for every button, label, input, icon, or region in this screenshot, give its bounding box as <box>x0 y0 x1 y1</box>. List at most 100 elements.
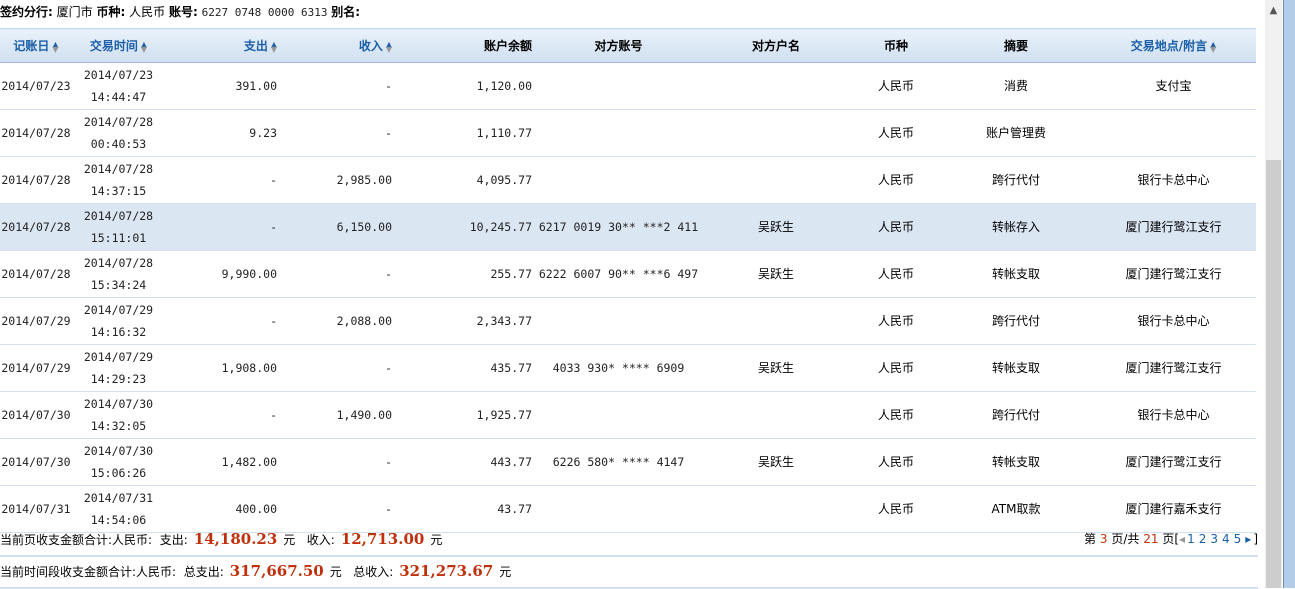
page-in-label: 收入: <box>306 533 335 547</box>
page-link[interactable]: 2 <box>1199 532 1207 546</box>
table-row[interactable]: 2014/07/29 2014/07/29 14:16:32-2,088.00 2,3… <box>0 297 1256 345</box>
cell-cur: 人民币 <box>851 344 941 392</box>
cell-acct <box>536 109 701 157</box>
cell-date: 2014/07/30 <box>0 438 76 486</box>
cell-bal: 10,245.77 <box>396 203 536 251</box>
column-header[interactable]: 交易时间 ▲ ▼ <box>76 28 161 63</box>
cell-in: - <box>281 250 396 298</box>
branch-label: 签约分行: <box>0 5 53 19</box>
cell-tdate: 2014/07/28 15:34:24 <box>76 250 161 298</box>
cell-out: 1,908.00 <box>161 344 281 392</box>
pager-text: 第 <box>1084 532 1097 546</box>
sort-icon[interactable]: ▲ ▼ <box>1210 40 1216 53</box>
page-summary: 当前页收支金额合计:人民币: 支出: 14,180.23 元 收入: 12,713.0… <box>0 524 1258 557</box>
cell-bal: 443.77 <box>396 438 536 486</box>
cell-place: 银行卡总中心 <box>1091 156 1256 204</box>
table-row[interactable]: 2014/07/28 2014/07/28 15:11:01-6,150.00 10,… <box>0 203 1256 251</box>
cell-name <box>701 391 851 439</box>
trade-date: 2014/07/28 <box>83 115 154 129</box>
page-link[interactable]: 1 <box>1187 532 1195 546</box>
scroll-up-icon[interactable]: ▲ <box>1265 0 1282 22</box>
next-page-icon[interactable]: ▸ <box>1245 532 1251 546</box>
cell-place: 厦门建行鹭江支行 <box>1091 203 1256 251</box>
cell-date: 2014/07/28 <box>0 109 76 157</box>
cell-in: - <box>281 62 396 110</box>
column-header[interactable]: 支出 ▲ ▼ <box>161 28 281 63</box>
cell-memo: 跨行代付 <box>941 297 1091 345</box>
trade-time: 15:11:01 <box>90 231 147 245</box>
scrollbar-thumb[interactable] <box>1266 160 1281 588</box>
column-header: 摘要 <box>941 28 1091 63</box>
cell-place: 银行卡总中心 <box>1091 297 1256 345</box>
trade-date: 2014/07/31 <box>83 491 154 505</box>
unit: 元 <box>499 565 512 579</box>
cell-bal: 4,095.77 <box>396 156 536 204</box>
cell-place <box>1091 109 1256 157</box>
cell-name <box>701 109 851 157</box>
trade-time: 15:34:24 <box>90 278 147 292</box>
cell-bal: 255.77 <box>396 250 536 298</box>
trade-time: 00:40:53 <box>90 137 147 151</box>
table-row[interactable]: 2014/07/30 2014/07/30 15:06:26 1,482.00-443… <box>0 438 1256 486</box>
cell-place: 厦门建行鹭江支行 <box>1091 250 1256 298</box>
cell-name <box>701 297 851 345</box>
cell-name <box>701 156 851 204</box>
cell-memo: 转帐存入 <box>941 203 1091 251</box>
cell-cur: 人民币 <box>851 250 941 298</box>
column-header-label: 记账日 <box>13 39 50 53</box>
window-edge <box>1283 0 1295 588</box>
table-row[interactable]: 2014/07/28 2014/07/28 14:37:15-2,985.00 4,0… <box>0 156 1256 204</box>
table-row[interactable]: 2014/07/23 2014/07/23 14:44:47 391.00-1,120… <box>0 62 1256 110</box>
sort-icon[interactable]: ▲ ▼ <box>141 40 147 53</box>
cell-cur: 人民币 <box>851 297 941 345</box>
column-header: 对方账号 <box>536 28 701 63</box>
period-in-label: 总收入: <box>353 565 394 579</box>
column-header[interactable]: 记账日 ▲ ▼ <box>0 28 76 63</box>
page-out-label: 支出: <box>159 533 188 547</box>
cell-in: - <box>281 438 396 486</box>
cell-acct: 6222 6007 90** ***6 497 <box>536 250 701 298</box>
column-header[interactable]: 交易地点/附言 ▲ ▼ <box>1091 28 1256 63</box>
cell-out: - <box>161 297 281 345</box>
cell-out: - <box>161 156 281 204</box>
cell-name: 吴跃生 <box>701 203 851 251</box>
cell-date: 2014/07/29 <box>0 297 76 345</box>
cell-memo: 账户管理费 <box>941 109 1091 157</box>
page-link[interactable]: 4 <box>1222 532 1230 546</box>
page-link[interactable]: 3 <box>1210 532 1218 546</box>
total-pages: 21 <box>1143 532 1159 546</box>
cell-tdate: 2014/07/28 00:40:53 <box>76 109 161 157</box>
cell-in: 6,150.00 <box>281 203 396 251</box>
branch: 厦门市 <box>56 5 93 19</box>
transaction-table: 记账日 ▲ ▼ 交易时间 ▲ ▼ 支出 ▲ ▼ 收入 ▲ ▼ 账户余额 对方账号 对方户名 币种 摘要 交易地点/… <box>0 28 1256 533</box>
cell-tdate: 2014/07/29 14:29:23 <box>76 344 161 392</box>
page-sum-label: 当前页收支金额合计:人民币: <box>0 533 153 547</box>
sort-icon[interactable]: ▲ ▼ <box>386 40 392 53</box>
table-row[interactable]: 2014/07/28 2014/07/28 00:40:53 9.23-1,110.7… <box>0 109 1256 157</box>
trade-date: 2014/07/23 <box>83 68 154 82</box>
column-header-label: 收入 <box>358 39 383 53</box>
table-row[interactable]: 2014/07/30 2014/07/30 14:32:05-1,490.00 1,9… <box>0 391 1256 439</box>
cell-bal: 2,343.77 <box>396 297 536 345</box>
cell-date: 2014/07/28 <box>0 203 76 251</box>
cell-cur: 人民币 <box>851 62 941 110</box>
cell-memo: 跨行代付 <box>941 391 1091 439</box>
cell-bal: 1,120.00 <box>396 62 536 110</box>
trade-date: 2014/07/29 <box>83 303 154 317</box>
cell-acct: 6217 0019 30** ***2 411 <box>536 203 701 251</box>
account-info: 签约分行: 厦门市 币种: 人民币 账号: 6227 0748 0000 631… <box>0 3 360 20</box>
cell-date: 2014/07/30 <box>0 391 76 439</box>
cell-cur: 人民币 <box>851 391 941 439</box>
table-row[interactable]: 2014/07/28 2014/07/28 15:34:24 9,990.00-255… <box>0 250 1256 298</box>
cell-tdate: 2014/07/28 15:11:01 <box>76 203 161 251</box>
table-row[interactable]: 2014/07/29 2014/07/29 14:29:23 1,908.00-435… <box>0 344 1256 392</box>
trade-time: 14:16:32 <box>90 325 147 339</box>
cell-out: 391.00 <box>161 62 281 110</box>
page-link[interactable]: 5 <box>1234 532 1242 546</box>
trade-date: 2014/07/28 <box>83 162 154 176</box>
current-page: 3 <box>1099 532 1108 546</box>
sort-icon[interactable]: ▲ ▼ <box>271 40 277 53</box>
cell-in: 1,490.00 <box>281 391 396 439</box>
column-header[interactable]: 收入 ▲ ▼ <box>281 28 396 63</box>
sort-icon[interactable]: ▲ ▼ <box>52 40 58 53</box>
